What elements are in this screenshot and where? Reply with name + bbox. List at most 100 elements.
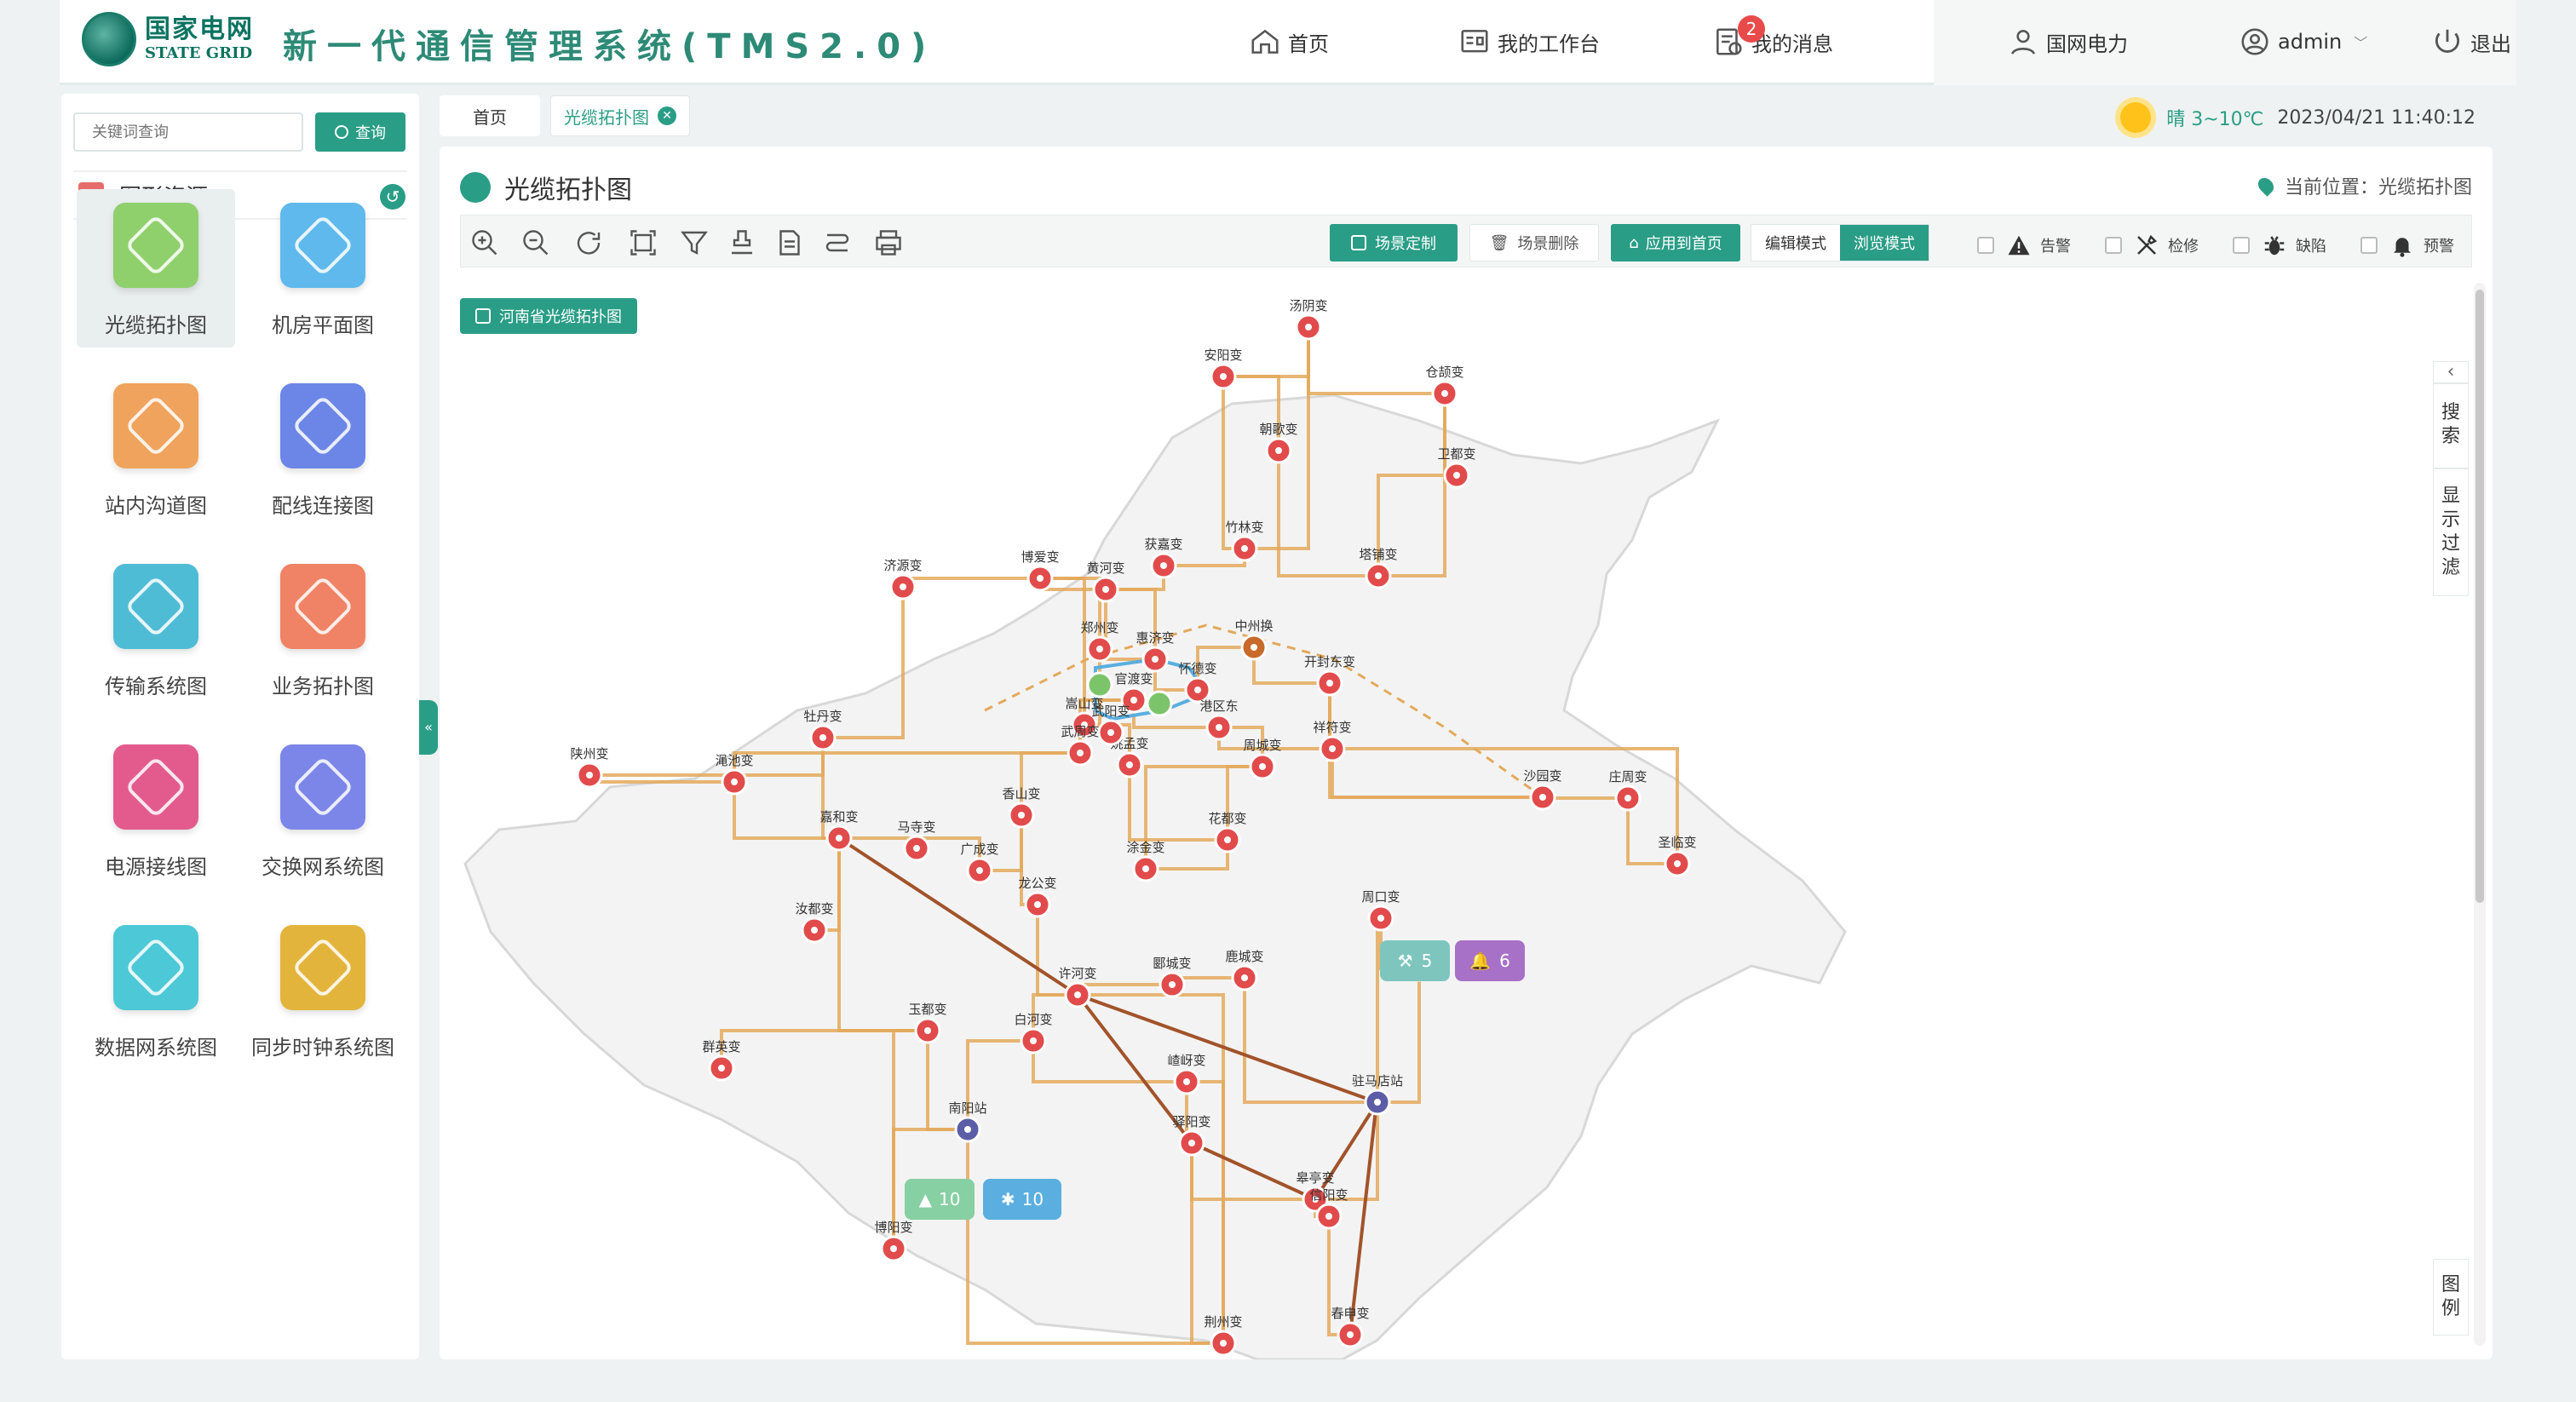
- resource-tile[interactable]: 机房平面图: [244, 189, 402, 348]
- scrollbar-thumb[interactable]: [2475, 290, 2484, 903]
- station-node-dot: [1130, 697, 1137, 704]
- defect-checkbox[interactable]: [2233, 237, 2250, 254]
- station-label: 嵖岈变: [1167, 1053, 1205, 1068]
- nav-org[interactable]: 国网电力: [2007, 26, 2128, 58]
- scene-custom-button[interactable]: 场景定制: [1330, 224, 1458, 261]
- filter-icon[interactable]: [679, 227, 710, 258]
- map-layer-icon: [475, 308, 491, 324]
- station-label: 圣临变: [1658, 835, 1696, 850]
- station-node-dot: [1377, 915, 1384, 922]
- dock-display-filter[interactable]: 显示过滤: [2433, 468, 2469, 596]
- alarm-bubble-icon: ▲: [918, 1189, 932, 1210]
- defect-count-bubble[interactable]: ✱ 10: [983, 1179, 1061, 1220]
- station-node-dot: [1194, 687, 1201, 693]
- resource-tile[interactable]: 传输系统图: [77, 550, 235, 709]
- document-icon[interactable]: [774, 227, 805, 258]
- stamp-icon[interactable]: [727, 227, 757, 258]
- weather-widget: 晴 3~10℃ 2023/04/21 11:40:12: [2120, 102, 2475, 133]
- filter-alarm[interactable]: 告警: [1977, 233, 2071, 258]
- dock-search[interactable]: 搜索: [2433, 383, 2469, 468]
- alarm-count-bubble[interactable]: ▲ 10: [905, 1179, 975, 1220]
- logout-label: 退出: [2470, 32, 2511, 56]
- browse-mode-button[interactable]: 浏览模式: [1840, 225, 1929, 261]
- fit-screen-icon[interactable]: [628, 227, 658, 258]
- logo-text: 国家电网 STATE GRID: [145, 17, 254, 61]
- warning-count: 6: [1499, 951, 1510, 971]
- switch-icon: [280, 744, 365, 830]
- alarm-checkbox[interactable]: [1977, 237, 1994, 254]
- search-button[interactable]: 查询: [315, 112, 405, 152]
- station-label: 驻马店站: [1352, 1073, 1403, 1089]
- defect-label: 缺陷: [2296, 238, 2326, 256]
- resource-tile[interactable]: 电源接线图: [77, 731, 235, 889]
- station-node-dot: [1326, 680, 1333, 687]
- defect-count: 10: [1021, 1189, 1044, 1210]
- station-node-dot: [924, 1027, 931, 1034]
- henan-fiber-topology-map[interactable]: 汤阴变安阳变仓颉变朝歌变卫都变竹林变获嘉变博爱变 塔铺变济源变 黄河变郑州变惠济变 中…: [440, 267, 2467, 1359]
- province-map-button[interactable]: 河南省光缆拓扑图: [460, 298, 637, 334]
- station-label: 武周变: [1061, 724, 1099, 739]
- station-label: 信阳变: [1309, 1187, 1348, 1203]
- filter-maintenance[interactable]: 检修: [2105, 233, 2199, 258]
- resource-tile-label: 交换网系统图: [262, 855, 384, 879]
- station-label: 塔铺变: [1359, 547, 1397, 562]
- database-icon: [113, 925, 198, 1010]
- brand: 国家电网 STATE GRID: [82, 12, 254, 66]
- station-node-dot: [1188, 1140, 1195, 1146]
- zoom-in-icon[interactable]: [469, 227, 500, 258]
- filter-warning[interactable]: 预警: [2360, 233, 2454, 258]
- resource-tile[interactable]: 交换网系统图: [244, 731, 402, 889]
- station-node-dot: [1096, 646, 1103, 652]
- station-label: 广成变: [960, 842, 998, 857]
- nav-workbench[interactable]: 我的工作台: [1458, 26, 1600, 58]
- search-input[interactable]: [73, 112, 303, 152]
- resource-tile[interactable]: 光缆拓扑图: [77, 189, 235, 348]
- map-scrollbar[interactable]: [2474, 283, 2486, 1346]
- print-icon[interactable]: [873, 227, 904, 258]
- chevron-down-icon: ﹀: [2354, 35, 2368, 51]
- dock-filter-label: 显示过滤: [2441, 486, 2461, 578]
- fiber-link: [1307, 327, 1445, 395]
- resource-tile[interactable]: 站内沟道图: [77, 370, 235, 528]
- maintenance-count-bubble[interactable]: ⚒ 5: [1380, 940, 1450, 981]
- map-toolbar: 场景定制 🗑 场景删除 ⌂ 应用到首页 编辑模式 浏览模式 告警 检修 缺陷 预…: [460, 215, 2472, 267]
- station-node-dot: [1169, 981, 1176, 988]
- station-node-dot: [1160, 562, 1167, 569]
- resource-tile[interactable]: 数据网系统图: [77, 911, 235, 1070]
- user-avatar-icon: [2241, 28, 2268, 55]
- scene-delete-button[interactable]: 🗑 场景删除: [1469, 224, 1599, 261]
- username: admin: [2278, 30, 2343, 54]
- station-label: 香山变: [1002, 786, 1040, 802]
- resource-tile[interactable]: 配线连接图: [244, 370, 402, 528]
- route-icon[interactable]: [822, 227, 853, 258]
- dock-legend[interactable]: 图例: [2433, 1259, 2469, 1336]
- user-menu[interactable]: admin ﹀: [2239, 26, 2367, 58]
- station-node-dot: [1030, 1037, 1037, 1044]
- nav-messages[interactable]: 2 我的消息: [1712, 15, 1833, 58]
- apply-home-button[interactable]: ⌂ 应用到首页: [1611, 224, 1740, 261]
- station-label: 鹿城变: [1225, 949, 1263, 964]
- nav-home[interactable]: 首页: [1249, 26, 1329, 58]
- station-label: 祥符变: [1313, 720, 1351, 735]
- dock-legend-label: 图例: [2441, 1274, 2461, 1319]
- chevron-left-icon[interactable]: ‹: [2433, 361, 2469, 383]
- resource-tile[interactable]: 同步时钟系统图: [244, 911, 402, 1070]
- edit-mode-button[interactable]: 编辑模式: [1751, 225, 1840, 261]
- filter-defect[interactable]: 缺陷: [2233, 233, 2326, 258]
- station-label: 怀德变: [1178, 661, 1216, 676]
- station-label: 涂金变: [1126, 840, 1164, 855]
- refresh-map-icon[interactable]: [573, 227, 604, 258]
- resource-tile-label: 业务拓扑图: [272, 675, 374, 698]
- warning-checkbox[interactable]: [2360, 237, 2378, 254]
- resource-tile[interactable]: 业务拓扑图: [244, 550, 402, 709]
- warning-count-bubble[interactable]: 🔔 6: [1455, 940, 1525, 981]
- zoom-out-icon[interactable]: [520, 227, 551, 258]
- logout-button[interactable]: 退出: [2431, 26, 2511, 58]
- sidebar-collapse-handle[interactable]: «: [419, 700, 438, 755]
- tab-home[interactable]: 首页: [440, 95, 540, 136]
- tab-fiber-topology[interactable]: 光缆拓扑图 ✕: [550, 95, 690, 136]
- maintenance-bubble-icon: ⚒: [1397, 951, 1413, 971]
- page-title-text: 光缆拓扑图: [504, 175, 632, 205]
- close-icon[interactable]: ✕: [658, 106, 676, 125]
- maintenance-checkbox[interactable]: [2105, 237, 2122, 254]
